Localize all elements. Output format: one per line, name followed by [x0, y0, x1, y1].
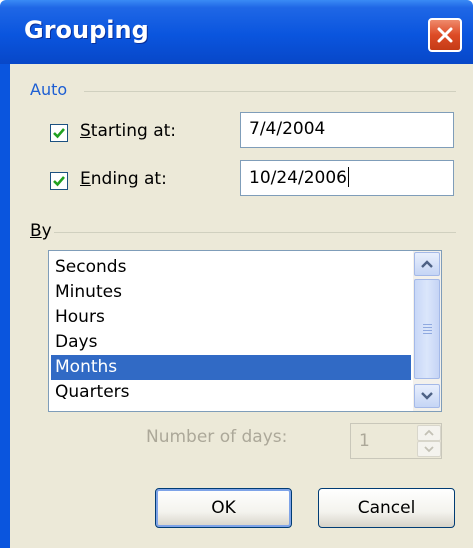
list-item-quarters[interactable]: Quarters [51, 380, 411, 405]
checkmark-icon [53, 176, 65, 187]
ending-at-input[interactable]: 10/24/2006 [240, 160, 454, 196]
window-left-border [0, 64, 10, 548]
dialog-title: Grouping [24, 16, 149, 44]
scroll-up-button[interactable] [414, 252, 440, 276]
thumb-grip [423, 324, 432, 325]
close-button[interactable] [428, 18, 462, 52]
text-caret [347, 167, 349, 187]
list-item-months[interactable]: Months [51, 355, 411, 380]
scroll-down-button[interactable] [414, 384, 440, 408]
number-of-days-label: Number of days: [146, 427, 288, 447]
scroll-thumb[interactable] [414, 279, 440, 379]
auto-group-label: Auto [30, 80, 68, 99]
grouping-dialog: Grouping Auto Starting at: 7/4/2004 Endi… [0, 0, 473, 548]
chevron-up-icon [421, 260, 433, 268]
thumb-grip [423, 333, 432, 334]
ending-at-checkbox[interactable] [50, 172, 68, 190]
chevron-up-icon [424, 429, 434, 436]
checkmark-icon [53, 128, 65, 139]
ending-at-value: 10/24/2006 [249, 168, 347, 188]
thumb-grip [423, 330, 432, 331]
cancel-button[interactable]: Cancel [318, 488, 455, 528]
chevron-down-icon [421, 392, 433, 400]
starting-at-label: Starting at: [80, 121, 177, 141]
listbox-scrollbar[interactable] [413, 251, 441, 411]
list-item-hours[interactable]: Hours [51, 305, 411, 330]
starting-at-input[interactable]: 7/4/2004 [240, 112, 454, 148]
spin-down-button[interactable] [417, 441, 441, 457]
chevron-down-icon [424, 446, 434, 453]
close-icon [437, 27, 453, 43]
thumb-grip [423, 327, 432, 328]
list-item-seconds[interactable]: Seconds [51, 255, 411, 280]
number-of-days-spinner[interactable]: 1 [350, 423, 442, 459]
title-bar[interactable]: Grouping [0, 0, 473, 64]
list-item-minutes[interactable]: Minutes [51, 280, 411, 305]
ending-at-label: Ending at: [80, 169, 167, 189]
spin-up-button[interactable] [417, 425, 441, 441]
ok-button[interactable]: OK [155, 488, 292, 528]
list-item-days[interactable]: Days [51, 330, 411, 355]
by-group-label: By [30, 221, 52, 241]
number-of-days-value: 1 [359, 431, 370, 451]
auto-group-divider [84, 91, 456, 92]
starting-at-checkbox[interactable] [50, 124, 68, 142]
by-group-divider [54, 232, 456, 233]
by-listbox[interactable]: Seconds Minutes Hours Days Months Quarte… [48, 250, 442, 412]
